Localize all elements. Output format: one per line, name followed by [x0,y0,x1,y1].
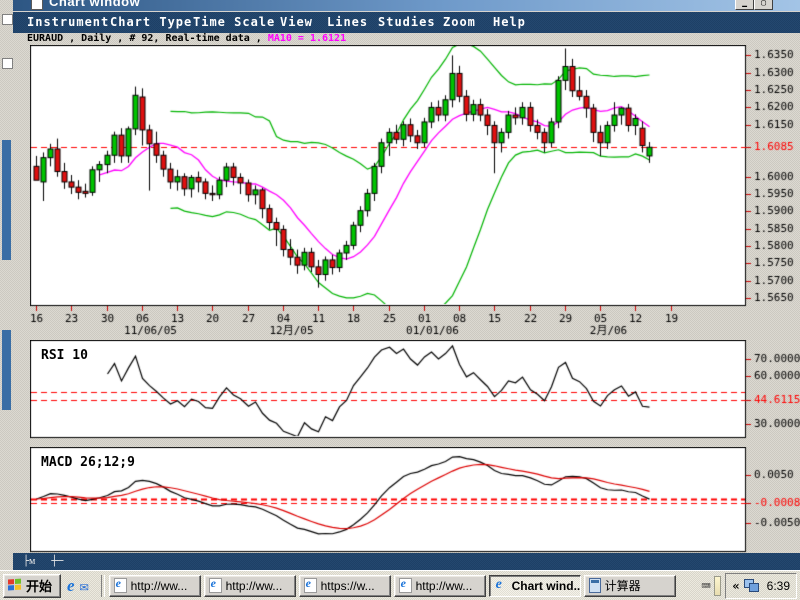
menubar: Instrument Chart Type Time Scale View Li… [13,12,800,33]
window-title: Chart window [49,0,140,9]
maximize-button[interactable]: ▢ [754,0,773,10]
taskbar: 开始 e ✉ http://ww... http://ww... https://w… [0,570,800,600]
menu-zoom[interactable]: Zoom [443,15,476,29]
macd-chart-canvas[interactable] [30,447,800,555]
background-window-strip [0,0,13,570]
rsi-panel-title: RSI 10 [39,348,90,363]
window-icon [31,0,43,10]
language-bar-grip[interactable] [714,576,721,596]
start-button[interactable]: 开始 [3,574,61,598]
status-glyph: ├ᴍ [23,556,35,567]
minimize-button[interactable]: ▁ [735,0,754,10]
system-tray: « 6:39 [725,573,797,599]
menu-studies[interactable]: Studies [378,15,436,29]
network-icon[interactable] [744,579,759,592]
taskbar-button-label: http://ww... [226,579,283,593]
taskbar-button-3[interactable]: https://w... [299,575,391,597]
tray-chevron-icon[interactable]: « [732,579,739,593]
internet-explorer-icon[interactable]: e [67,577,75,595]
rsi-chart-canvas[interactable] [30,340,800,443]
status-glyph: ┼─ [51,556,63,567]
ie-page-icon [399,578,412,593]
ie-page-icon [209,578,222,593]
background-scrollbar [2,140,11,260]
taskbar-button-2[interactable]: http://ww... [204,575,296,597]
instrument-info: EURAUD , Daily , # 92, Real-time data , [27,33,268,44]
menu-lines[interactable]: Lines [327,15,368,29]
background-scrollbar [2,330,11,410]
outlook-express-icon[interactable]: ✉ [80,578,89,594]
taskbar-button-4[interactable]: http://ww... [394,575,486,597]
taskbar-button-label: 计算器 [605,577,641,594]
menu-time-scale[interactable]: Time Scale [193,15,275,29]
taskbar-button-label: Chart wind... [512,579,581,593]
background-icon [2,14,13,25]
menu-view[interactable]: View [280,15,313,29]
menu-help[interactable]: Help [493,15,526,29]
windows-logo-icon [8,579,22,593]
macd-panel-title: MACD 26;12;9 [39,455,137,470]
chart-area: RSI 10 MACD 26;12;9 [13,45,800,553]
ie-page-icon [304,578,317,593]
taskbar-button-label: http://ww... [416,579,473,593]
tray-clock: 6:39 [763,579,790,593]
titlebar[interactable]: Chart window ▁ ▢ [13,0,800,11]
taskbar-button-1[interactable]: http://ww... [109,575,201,597]
price-chart-canvas[interactable] [30,45,800,338]
menu-instrument[interactable]: Instrument [27,15,109,29]
chart-window: Chart window ▁ ▢ Instrument Chart Type T… [13,0,800,570]
instrument-infobar: EURAUD , Daily , # 92, Real-time data , … [13,33,800,45]
ma10-value: MA10 = 1.6121 [268,33,346,44]
task-button-group: http://ww... http://ww... https://w... http… [109,575,698,597]
chart-statusbar: ├ᴍ ┼─ [13,553,800,570]
taskbar-button-label: https://w... [321,579,375,593]
menu-chart-type[interactable]: Chart Type [110,15,192,29]
ie-page-icon [114,578,127,593]
taskbar-divider [101,575,105,597]
background-icon [2,58,13,69]
chart-icon [494,579,508,593]
taskbar-button-5[interactable]: Chart wind... [489,575,581,597]
keyboard-input-icon[interactable]: ⌨ [701,577,710,595]
quick-launch: e ✉ [67,577,89,595]
start-label: 开始 [26,576,52,595]
taskbar-button-6[interactable]: 计算器 [584,575,676,597]
calculator-icon [589,578,601,593]
desktop-screen: Chart window ▁ ▢ Instrument Chart Type T… [0,0,800,600]
taskbar-button-label: http://ww... [131,579,188,593]
